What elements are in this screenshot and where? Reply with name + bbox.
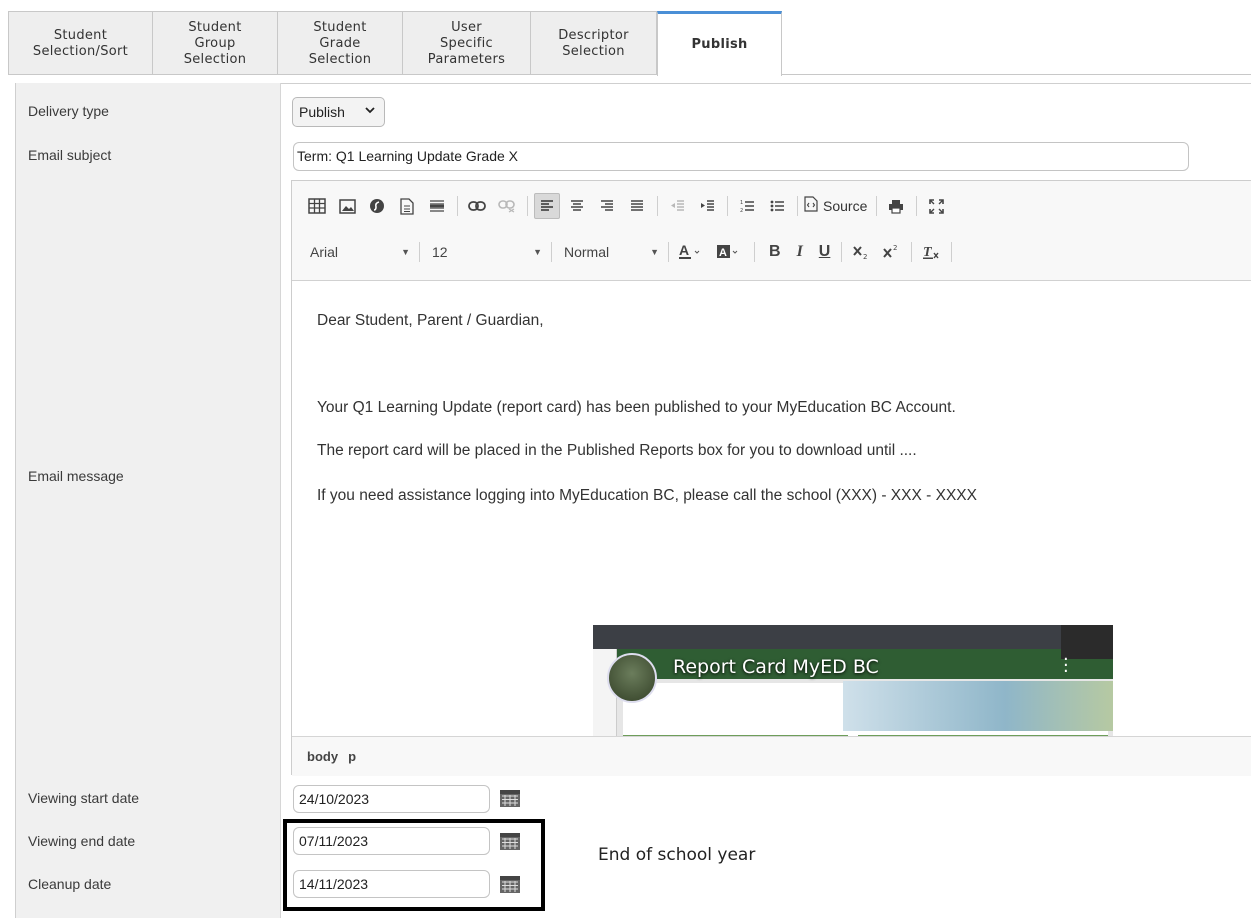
maximize-icon[interactable] (923, 193, 949, 219)
link-icon[interactable] (464, 193, 490, 219)
toolbar-separator (754, 242, 755, 262)
svg-text:A: A (719, 247, 727, 259)
image-icon[interactable] (334, 193, 360, 219)
toolbar-separator (797, 196, 798, 216)
indent-icon[interactable] (694, 193, 720, 219)
tab-student-group-selection[interactable]: Student Group Selection (152, 11, 277, 75)
table-icon[interactable] (304, 193, 330, 219)
unlink-icon[interactable] (494, 193, 520, 219)
viewing-end-date-label: Viewing end date (28, 833, 136, 849)
toolbar-row-1: 12 Source (304, 189, 953, 223)
editor-toolbar: 12 Source Arial ▼ 12 ▼ Normal ▼ A A B I U (292, 181, 1251, 281)
svg-text:2: 2 (863, 253, 867, 260)
horizontal-rule-icon[interactable] (424, 193, 450, 219)
svg-text:2: 2 (893, 244, 897, 252)
video-more-icon[interactable]: · · · (1063, 651, 1069, 681)
tab-user-specific-parameters[interactable]: User Specific Parameters (402, 11, 530, 75)
message-greeting: Dear Student, Parent / Guardian, (317, 312, 544, 329)
email-message-label: Email message (28, 468, 124, 484)
tab-student-selection-sort[interactable]: Student Selection/Sort (8, 11, 152, 75)
paragraph-format-value: Normal (564, 244, 610, 260)
source-label: Source (823, 198, 868, 214)
toolbar-separator (457, 196, 458, 216)
cleanup-date-label: Cleanup date (28, 876, 112, 892)
message-paragraph: Your Q1 Learning Update (report card) ha… (317, 399, 956, 416)
toolbar-separator (911, 242, 913, 262)
toolbar-separator (657, 196, 658, 216)
flash-icon[interactable] (364, 193, 390, 219)
print-icon[interactable] (883, 193, 909, 219)
chevron-down-icon (364, 104, 376, 119)
subscript-icon[interactable]: 2 (848, 239, 874, 265)
toolbar-separator (419, 242, 420, 262)
editor-content[interactable]: Dear Student, Parent / Guardian, Your Q1… (292, 281, 1251, 736)
svg-text:2: 2 (740, 208, 743, 213)
page-icon[interactable] (394, 193, 420, 219)
dropdown-arrow-icon: ▼ (650, 247, 659, 257)
bulleted-list-icon[interactable] (764, 193, 790, 219)
remove-format-icon[interactable]: T (918, 239, 944, 265)
annotation-highlight-box (283, 819, 545, 911)
numbered-list-icon[interactable]: 12 (734, 193, 760, 219)
svg-text:A: A (679, 243, 689, 258)
toolbar-separator (527, 196, 528, 216)
report-tabs: Student Selection/Sort Student Group Sel… (8, 11, 1251, 76)
text-color-icon[interactable]: A (675, 239, 709, 265)
delivery-type-label: Delivery type (28, 103, 109, 119)
video-thumbnail-webcam (1061, 625, 1113, 659)
channel-avatar (607, 653, 657, 703)
font-size-select[interactable]: 12 ▼ (426, 239, 548, 265)
video-thumbnail-hero (843, 681, 1113, 731)
message-paragraph: The report card will be placed in the Pu… (317, 442, 917, 459)
delivery-type-select[interactable]: Publish (292, 97, 385, 127)
source-button[interactable]: Source (804, 196, 867, 216)
annotation-note: End of school year (598, 845, 756, 865)
font-name-value: Arial (310, 244, 339, 260)
source-icon (804, 196, 818, 216)
delivery-type-value: Publish (299, 104, 345, 120)
outdent-icon[interactable] (664, 193, 690, 219)
dropdown-arrow-icon: ▼ (533, 247, 542, 257)
email-subject-label: Email subject (28, 147, 112, 163)
toolbar-separator (727, 196, 728, 216)
italic-button[interactable]: I (797, 243, 803, 261)
toolbar-separator (876, 196, 878, 216)
editor-path-bar: body p (292, 736, 1251, 776)
toolbar-separator (951, 242, 953, 262)
align-left-icon[interactable] (534, 193, 560, 219)
calendar-icon[interactable] (500, 790, 520, 807)
video-thumbnail-browser-bar (593, 625, 1113, 649)
viewing-start-date-input[interactable]: 24/10/2023 (293, 785, 490, 813)
toolbar-separator (916, 196, 918, 216)
toolbar-row-2: Arial ▼ 12 ▼ Normal ▼ A A B I U 2 2 T (304, 235, 958, 269)
font-name-select[interactable]: Arial ▼ (304, 239, 416, 265)
email-subject-input[interactable]: Term: Q1 Learning Update Grade X (293, 142, 1189, 171)
path-element-body[interactable]: body (307, 749, 338, 764)
toolbar-separator (551, 242, 552, 262)
superscript-icon[interactable]: 2 (878, 239, 904, 265)
bold-button[interactable]: B (769, 243, 781, 261)
underline-button[interactable]: U (819, 243, 831, 261)
path-element-p[interactable]: p (348, 749, 356, 764)
align-justify-icon[interactable] (624, 193, 650, 219)
align-center-icon[interactable] (564, 193, 590, 219)
tab-publish[interactable]: Publish (657, 11, 782, 76)
background-color-icon[interactable]: A (713, 239, 747, 265)
toolbar-separator (841, 242, 843, 262)
tab-descriptor-selection[interactable]: Descriptor Selection (530, 11, 657, 75)
email-message-editor: 12 Source Arial ▼ 12 ▼ Normal ▼ A A B I U (291, 180, 1251, 776)
paragraph-format-select[interactable]: Normal ▼ (558, 239, 665, 265)
tabs-divider (8, 74, 1251, 75)
message-paragraph: If you need assistance logging into MyEd… (317, 487, 977, 504)
toolbar-separator (668, 242, 669, 262)
align-right-icon[interactable] (594, 193, 620, 219)
svg-text:1: 1 (740, 200, 743, 206)
embedded-video[interactable]: Report Card MyED BC · · · (593, 625, 1113, 736)
dropdown-arrow-icon: ▼ (401, 247, 410, 257)
video-title: Report Card MyED BC (673, 656, 879, 678)
tab-student-grade-selection[interactable]: Student Grade Selection (277, 11, 402, 75)
font-size-value: 12 (432, 244, 448, 260)
viewing-start-date-label: Viewing start date (28, 790, 140, 806)
